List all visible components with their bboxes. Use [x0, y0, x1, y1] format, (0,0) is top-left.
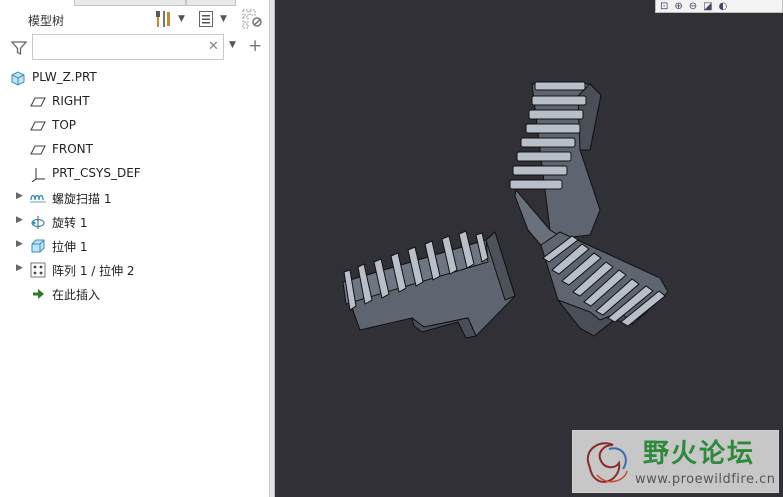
filter-icon [10, 41, 28, 56]
expand-arrow-icon[interactable]: ▶ [16, 263, 23, 273]
tree-item-label: 螺旋扫描 1 [52, 192, 112, 206]
zoom-fit-icon[interactable]: ⊡ [660, 1, 668, 12]
extrude-icon [31, 239, 45, 253]
helical-sweep-icon [30, 194, 46, 203]
tree-item-label: TOP [52, 118, 77, 132]
grid-settings-icon [242, 9, 262, 29]
csys-icon [31, 168, 45, 182]
chevron-down-icon[interactable]: ▼ [229, 40, 236, 50]
threaded-part-left [342, 230, 516, 339]
list-icon [199, 11, 213, 27]
expand-arrow-icon[interactable]: ▶ [16, 215, 23, 225]
chevron-down-icon: ▼ [220, 14, 227, 24]
tree-search-input[interactable] [32, 34, 224, 60]
tree-item-right[interactable]: RIGHT [0, 90, 268, 114]
tree-item-extrude[interactable]: ▶ 拉伸 1 [0, 234, 268, 258]
part-model-render [342, 81, 669, 339]
tools-icon [156, 11, 170, 27]
model-tree-title: 模型树 [28, 14, 65, 28]
revolve-icon [31, 216, 45, 229]
forum-watermark: 野火论坛 www.proewildfire.cn [572, 430, 779, 493]
add-icon[interactable]: + [248, 36, 262, 56]
watermark-url: www.proewildfire.cn [635, 472, 776, 487]
tree-filter-settings-button[interactable] [242, 9, 264, 29]
insert-here-icon [33, 289, 44, 299]
tree-filter-row: ✕ ▼ + [0, 34, 270, 62]
part-icon [11, 71, 25, 86]
datum-plane-icon [30, 145, 46, 155]
tree-item-label: 旋转 1 [52, 216, 88, 230]
tree-item-label: 拉伸 1 [52, 240, 88, 254]
watermark-title: 野火论坛 [643, 439, 756, 469]
expand-arrow-icon[interactable]: ▶ [16, 191, 23, 201]
settings-tools-button[interactable]: ▼ [154, 10, 185, 28]
tree-item-part[interactable]: PLW_Z.PRT [0, 66, 268, 90]
datum-plane-icon [30, 97, 46, 107]
view-toolbar: ⊡ ⊕ ⊖ ◪ ◐ [655, 0, 783, 13]
tree-item-insert-here[interactable]: 在此插入 [0, 282, 268, 306]
clear-icon[interactable]: ✕ [208, 39, 219, 54]
zoom-out-icon[interactable]: ⊖ [689, 1, 697, 12]
graphics-viewport[interactable] [276, 0, 783, 497]
tree-item-front[interactable]: FRONT [0, 138, 268, 162]
tree-item-label: RIGHT [52, 94, 90, 108]
zoom-in-icon[interactable]: ⊕ [674, 1, 682, 12]
tree-item-label: PLW_Z.PRT [32, 70, 97, 84]
tree-item-pattern[interactable]: ▶ 阵列 1 / 拉伸 2 [0, 258, 268, 282]
repaint-icon[interactable]: ◪ [703, 1, 712, 12]
pattern-icon [30, 262, 46, 278]
chevron-down-icon: ▼ [178, 14, 185, 24]
model-tree-panel: 模型树 ▼ ▼ ✕ ▼ + PLW_Z.PRT RIGHT TOP FRONT … [0, 0, 270, 497]
tree-item-csys[interactable]: PRT_CSYS_DEF [0, 162, 268, 186]
tree-item-label: FRONT [52, 142, 93, 156]
tree-item-label: PRT_CSYS_DEF [52, 166, 141, 180]
model-tree-header: 模型树 ▼ ▼ [0, 6, 270, 32]
tree-item-label: 阵列 1 / 拉伸 2 [52, 264, 135, 278]
view-orientation-icon[interactable]: ◐ [719, 1, 728, 12]
tree-item-helical-sweep[interactable]: ▶ 螺旋扫描 1 [0, 186, 268, 210]
expand-arrow-icon[interactable]: ▶ [16, 239, 23, 249]
tree-item-label: 在此插入 [52, 288, 101, 302]
tree-item-revolve[interactable]: ▶ 旋转 1 [0, 210, 268, 234]
threaded-part-right [509, 81, 669, 337]
forum-logo [586, 442, 628, 483]
show-menu-button[interactable]: ▼ [197, 10, 227, 28]
panel-splitter[interactable] [270, 0, 275, 497]
datum-plane-icon [30, 121, 46, 131]
tree-item-top[interactable]: TOP [0, 114, 268, 138]
